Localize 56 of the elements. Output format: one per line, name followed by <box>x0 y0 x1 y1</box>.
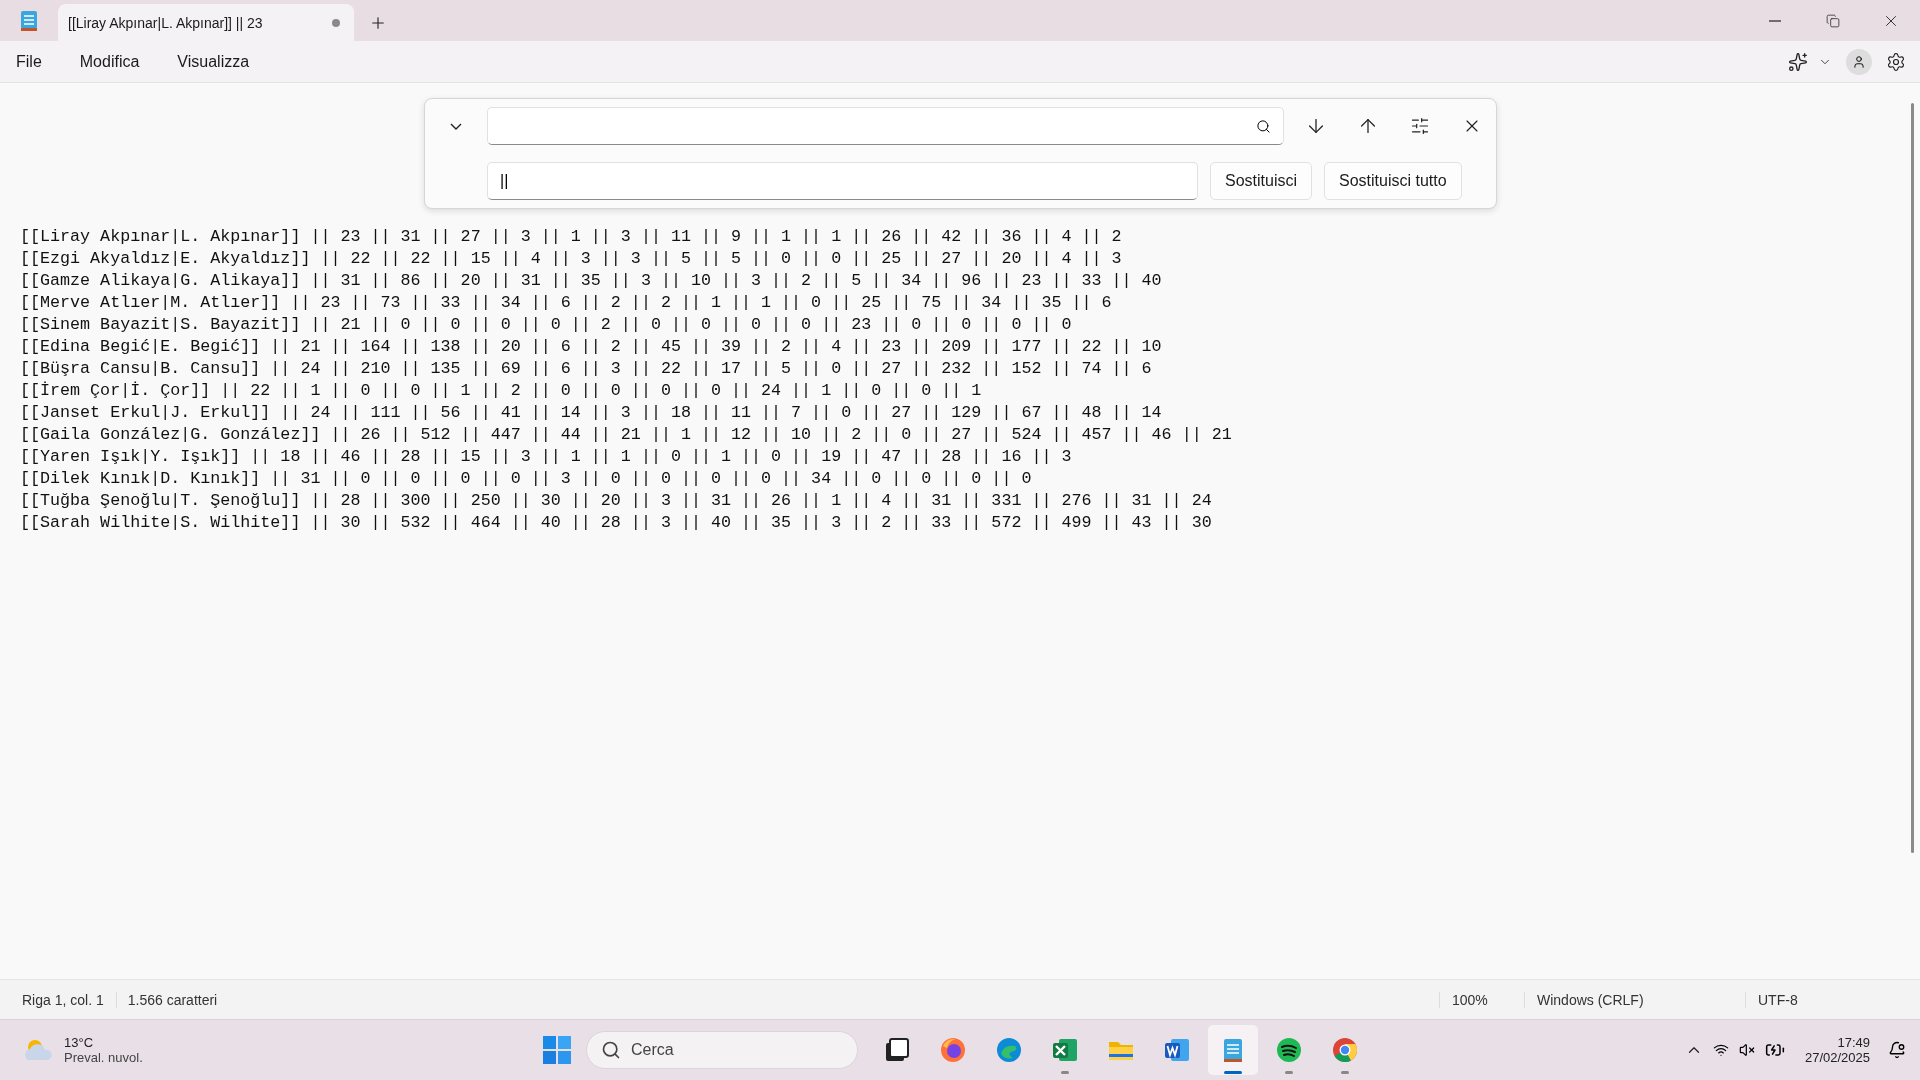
cursor-position: Riga 1, col. 1 <box>0 991 117 1008</box>
text-line: [[Sarah Wilhite|S. Wilhite]] || 30 || 532 || 464 || 40 || 28 || 3 || 40 || 35 || 3 || 2 || 33 || 572 || 499 || 43 || 30 <box>20 512 1213 534</box>
account-avatar[interactable] <box>1846 48 1872 75</box>
wifi-icon[interactable] <box>1712 1042 1729 1058</box>
search-icon <box>601 1040 621 1060</box>
menu-item[interactable]: File <box>4 46 54 77</box>
text-line: [[Gaila González|G. González]] || 26 || 512 || 447 || 44 || 21 || 1 || 12 || 10 || 2 || 0 || 27 || 524 || 457 || 46 || 21 <box>20 424 1233 446</box>
line-ending: Windows (CRLF) <box>1525 991 1746 1008</box>
text-line: [[Merve Atlıer|M. Atlıer]] || 23 || 73 || 33 || 34 || 6 || 2 || 2 || 1 || 1 || 0 || 25 || 75 || 34 || 35 || 6 <box>20 292 1113 314</box>
document-tab[interactable]: [[Liray Akpınar|L. Akpınar]] || 23 <box>58 4 354 41</box>
person-icon <box>1852 54 1866 69</box>
taskbar-search-field[interactable]: Cerca <box>586 1031 858 1069</box>
task-view-icon <box>884 1037 910 1063</box>
chevron-down-icon <box>450 122 462 130</box>
menu-item[interactable]: Visualizza <box>165 46 262 77</box>
settings-icon <box>1886 51 1906 72</box>
wave-circle-icon <box>995 1036 1023 1064</box>
settings-button[interactable] <box>1886 51 1906 72</box>
text-line: [[Büşra Cansu|B. Cansu]] || 24 || 210 || 135 || 69 || 6 || 3 || 22 || 17 || 5 || 0 || 27 || 232 || 152 || 74 || 6 <box>20 358 1153 380</box>
temperature: 13°C <box>64 1035 95 1050</box>
replace-button[interactable]: Sostituisci tutto <box>1324 161 1462 200</box>
text-line: [[Sinem Bayazit|S. Bayazit]] || 21 || 0 || 0 || 0 || 0 || 2 || 0 || 0 || 0 || 0 || 23 || 0 || 0 || 0 || 0 <box>20 314 1073 336</box>
text-line: [[Edina Begić|E. Begić]] || 21 || 164 || 138 || 20 || 6 || 2 || 45 || 39 || 2 || 4 || 23 || 209 || 177 || 22 || 10 <box>20 336 1163 358</box>
menu-item[interactable]: Modifica <box>67 46 152 77</box>
sparkle-pen-button[interactable] <box>1788 51 1808 72</box>
clock[interactable]: 17:49 27/02/2025 <box>1804 1035 1870 1065</box>
document-icon <box>1163 1036 1191 1064</box>
start-icon[interactable] <box>542 1035 572 1065</box>
sparkle-icon <box>1788 51 1808 72</box>
sliders-icon <box>1410 116 1430 137</box>
text-line: [[Ezgi Akyaldız|E. Akyaldız]] || 22 || 22 || 15 || 4 || 3 || 3 || 5 || 5 || 0 || 0 || 25 || 27 || 20 || 4 || 3 <box>20 248 1123 270</box>
weather-condition: Preval. nuvol. <box>64 1050 143 1065</box>
text-line: [[Janset Erkul|J. Erkul]] || 24 || 111 || 56 || 41 || 14 || 3 || 18 || 11 || 7 || 0 || 27 || 129 || 67 || 48 || 14 <box>20 402 1163 424</box>
browser-circle-icon <box>1331 1036 1359 1064</box>
text-line: [[Dilek Kınık|D. Kınık]] || 31 || 0 || 0 || 0 || 0 || 3 || 0 || 0 || 0 || 0 || 34 || 0 || 0 || 0 || 0 <box>20 468 1033 490</box>
notepad-icon <box>20 9 38 32</box>
search-field[interactable] <box>487 107 1284 146</box>
text-line: [[Liray Akpınar|L. Akpınar]] || 23 || 31 || 27 || 3 || 1 || 3 || 11 || 9 || 1 || 1 || 26 || 42 || 36 || 4 || 2 <box>20 226 1123 248</box>
scrollbar[interactable] <box>1911 103 1914 853</box>
encoding: UTF-8 <box>1757 991 1799 1008</box>
replace-button[interactable]: Sostituisci <box>1210 161 1313 200</box>
spreadsheet-icon <box>1051 1036 1079 1064</box>
text-line: [[Tuğba Şenoğlu|T. Şenoğlu]] || 28 || 300 || 250 || 30 || 20 || 3 || 31 || 26 || 1 || 4 || 31 || 331 || 276 || 31 || 24 <box>20 490 1213 512</box>
sound-waves-icon <box>1275 1036 1303 1064</box>
replace-field[interactable]: || <box>487 161 1198 200</box>
tab-title: [[Liray Akpınar|L. Akpınar]] || 23 <box>68 14 264 31</box>
text-line: [[İrem Çor|İ. Çor]] || 22 || 1 || 0 || 0 || 1 || 2 || 0 || 0 || 0 || 0 || 24 || 1 || 0 || 0 || 1 <box>20 380 983 402</box>
text-line: [[Yaren Işık|Y. Işık]] || 18 || 46 || 28 || 15 || 3 || 1 || 1 || 0 || 1 || 0 || 19 || 47 || 28 || 16 || 3 <box>20 446 1073 468</box>
notification-icon[interactable] <box>1888 1041 1906 1059</box>
character-count: 1.566 caratteri <box>126 991 219 1008</box>
text-line: [[Gamze Alikaya|G. Alikaya]] || 31 || 86 || 20 || 31 || 35 || 3 || 10 || 3 || 2 || 5 || 34 || 96 || 23 || 33 || 40 <box>20 270 1163 292</box>
restore-icon <box>1826 13 1840 28</box>
muted-speaker-icon[interactable] <box>1738 1042 1755 1058</box>
search-icon <box>1256 118 1271 134</box>
minimize-icon <box>1769 19 1781 22</box>
zoom-level: 100% <box>1439 991 1525 1008</box>
